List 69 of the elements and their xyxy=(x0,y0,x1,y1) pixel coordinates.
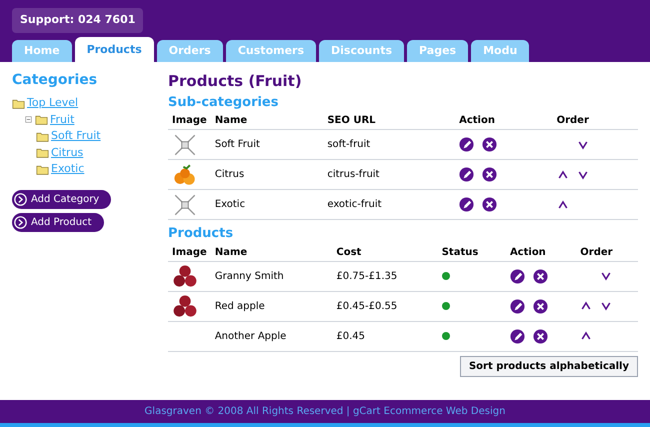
move-down-icon[interactable] xyxy=(600,300,612,312)
nav-tab[interactable]: Orders xyxy=(156,40,223,62)
delete-icon[interactable] xyxy=(482,137,498,152)
sidebar-title: Categories xyxy=(12,71,98,90)
product-cost: £0.45 xyxy=(336,330,366,342)
section-title: Products xyxy=(168,225,234,243)
category-link[interactable]: Exotic xyxy=(51,161,84,178)
nav-tab[interactable]: Customers xyxy=(226,40,316,62)
category-link[interactable]: Top Level xyxy=(27,95,78,112)
folder-icon xyxy=(36,146,49,160)
seo-url: citrus-fruit xyxy=(327,169,380,180)
collapse-toggle-icon[interactable] xyxy=(24,115,33,124)
delete-icon[interactable] xyxy=(532,268,548,284)
nav-tab[interactable]: Home xyxy=(12,40,72,62)
column-header: SEO URL xyxy=(327,115,376,126)
column-header: Order xyxy=(556,115,589,126)
product-cost: £0.45-£0.55 xyxy=(336,300,398,312)
move-up-icon[interactable] xyxy=(580,300,592,312)
edit-icon[interactable] xyxy=(510,298,525,314)
seo-url: exotic-fruit xyxy=(327,199,382,210)
product-name: Granny Smith xyxy=(214,270,284,282)
support-phone: Support: 024 7601 xyxy=(12,8,144,32)
move-up-icon[interactable] xyxy=(580,330,592,342)
delete-icon[interactable] xyxy=(482,197,498,212)
folder-icon xyxy=(35,113,48,126)
move-up-icon[interactable] xyxy=(556,198,569,210)
add-button[interactable]: Add Product xyxy=(12,212,104,232)
category-name: Citrus xyxy=(214,169,244,180)
nav-tab[interactable]: Discounts xyxy=(319,40,404,62)
category-link[interactable]: Citrus xyxy=(51,144,84,161)
delete-icon[interactable] xyxy=(532,328,548,344)
product-name: Red apple xyxy=(214,300,265,312)
category-link[interactable]: Soft Fruit xyxy=(51,128,101,144)
category-name: Exotic xyxy=(214,199,246,210)
edit-icon[interactable] xyxy=(510,268,525,284)
move-down-icon[interactable] xyxy=(576,168,589,180)
move-up-icon[interactable] xyxy=(556,168,569,180)
apples-drawing xyxy=(172,263,198,289)
column-header: Order xyxy=(580,246,613,258)
nav-tab[interactable]: Modu xyxy=(471,40,530,62)
move-down-icon[interactable] xyxy=(600,270,612,282)
product-cost: £0.75-£1.35 xyxy=(336,270,398,282)
category-link[interactable]: Fruit xyxy=(50,112,74,128)
product-name: Another Apple xyxy=(214,330,286,342)
column-header: Name xyxy=(214,115,248,126)
column-header: Action xyxy=(510,246,546,258)
column-header: Image xyxy=(172,246,207,258)
edit-icon[interactable] xyxy=(459,197,474,212)
column-header: Image xyxy=(172,115,207,126)
seo-url: soft-fruit xyxy=(327,139,370,150)
column-header: Status xyxy=(442,246,478,258)
column-header: Name xyxy=(214,246,248,258)
sort-button[interactable]: Sort products alphabetically xyxy=(460,356,638,376)
page-title: Products (Fruit) xyxy=(168,71,303,92)
section-title: Sub-categories xyxy=(168,94,280,112)
edit-icon[interactable] xyxy=(510,328,525,344)
footer-text: Glasgraven © 2008 All Rights Reserved | gCart Ecommerce Web Design xyxy=(144,405,506,419)
column-header: Cost xyxy=(336,246,362,258)
add-button[interactable]: Add Category xyxy=(12,190,112,208)
edit-icon[interactable] xyxy=(459,167,474,182)
delete-icon[interactable] xyxy=(532,298,548,314)
column-header: Action xyxy=(459,115,495,126)
edit-icon[interactable] xyxy=(459,137,474,152)
apples-drawing xyxy=(172,293,198,319)
delete-icon[interactable] xyxy=(482,167,498,182)
category-name: Soft Fruit xyxy=(214,139,260,150)
move-down-icon[interactable] xyxy=(576,138,589,150)
nav-tab[interactable]: Pages xyxy=(407,40,468,62)
nav-tab[interactable]: Products xyxy=(74,36,154,62)
